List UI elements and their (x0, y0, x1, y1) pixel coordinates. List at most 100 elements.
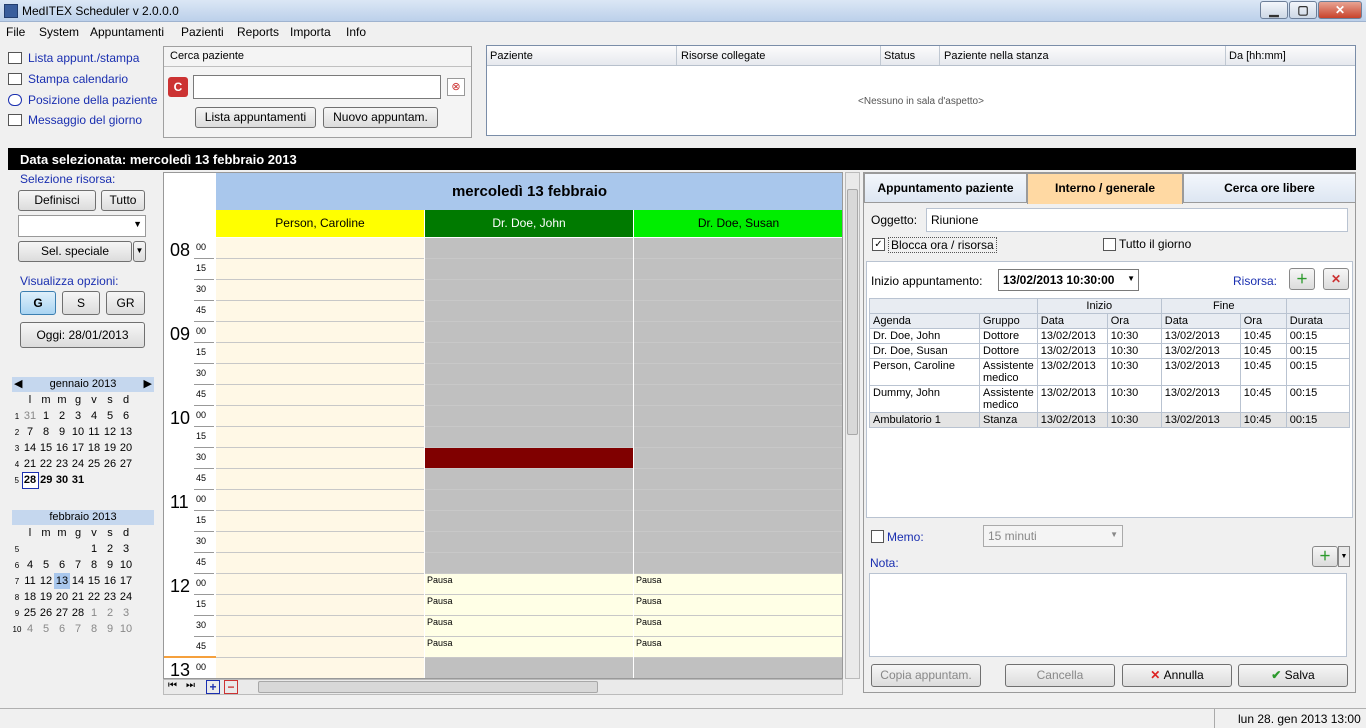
view-week-button[interactable]: S (62, 291, 100, 315)
time-slot[interactable] (425, 532, 633, 553)
save-button[interactable]: ✔ Salva (1238, 664, 1348, 687)
time-slot[interactable] (216, 448, 424, 469)
table-row[interactable]: Dr. Doe, Susan Dottore 13/02/2013 10:30 13/0… (869, 343, 1351, 359)
calendar-day[interactable]: 11 (86, 424, 102, 440)
calendar-day[interactable]: 15 (86, 573, 102, 589)
time-slot[interactable] (425, 280, 633, 301)
calendar-day[interactable]: 16 (54, 440, 70, 456)
cancel-button[interactable]: ✕ Annulla (1122, 664, 1232, 687)
calendar-day[interactable]: 9 (54, 424, 70, 440)
time-slot[interactable] (216, 532, 424, 553)
time-slot[interactable] (634, 385, 842, 406)
time-slot[interactable] (216, 259, 424, 280)
zoom-in-icon[interactable]: + (206, 680, 220, 694)
calendar-day[interactable]: 19 (38, 589, 54, 605)
calendar-day[interactable]: 10 (118, 557, 134, 573)
time-slot[interactable] (216, 385, 424, 406)
time-slot[interactable] (425, 553, 633, 574)
calendar-day[interactable]: 1 (86, 605, 102, 621)
view-day-button[interactable]: G (20, 291, 56, 315)
table-row[interactable]: Dr. Doe, John Dottore 13/02/2013 10:30 13/02… (869, 328, 1351, 344)
calendar-day[interactable]: 17 (70, 440, 86, 456)
time-slot[interactable] (425, 322, 633, 343)
remove-resource-icon[interactable]: ✕ (1323, 268, 1349, 290)
calendar-day[interactable]: 4 (86, 408, 102, 424)
calendar-day[interactable]: 28 (21, 471, 39, 489)
col-end-time[interactable]: Ora (1239, 313, 1287, 329)
patient-card-icon[interactable]: C (168, 77, 188, 97)
calendar-day[interactable]: 25 (86, 456, 102, 472)
calendar-day[interactable]: 4 (22, 557, 38, 573)
memo-interval-select[interactable]: 15 minuti ▼ (983, 525, 1123, 547)
resource-header-john[interactable]: Dr. Doe, John (425, 210, 633, 237)
maximize-button[interactable]: ▢ (1289, 1, 1317, 19)
column-john[interactable]: Pausa Pausa Pausa Pausa (425, 238, 633, 678)
calendar-day[interactable]: 3 (118, 541, 134, 557)
calendar-day[interactable]: 1 (86, 541, 102, 557)
calendar-day[interactable]: 8 (86, 557, 102, 573)
time-slot[interactable] (634, 448, 842, 469)
column-caroline[interactable] (216, 238, 424, 678)
calendar-day[interactable]: 16 (102, 573, 118, 589)
calendar-day[interactable]: 8 (38, 424, 54, 440)
view-group-button[interactable]: GR (106, 291, 145, 315)
time-slot[interactable] (216, 490, 424, 511)
time-slot[interactable] (216, 637, 424, 658)
search-input[interactable] (193, 75, 441, 99)
calendar-day[interactable]: 7 (70, 621, 86, 637)
last-icon[interactable]: ⏭ (186, 680, 195, 691)
calendar-day[interactable]: 10 (70, 424, 86, 440)
calendar-day[interactable]: 17 (118, 573, 134, 589)
col-start-time[interactable]: Ora (1106, 313, 1162, 329)
tab-internal-general[interactable]: Interno / generale (1027, 173, 1183, 204)
calendar-day[interactable]: 7 (22, 424, 38, 440)
menu-system[interactable]: System (39, 25, 79, 39)
calendar-day[interactable]: 26 (102, 456, 118, 472)
calendar-day[interactable]: 21 (70, 589, 86, 605)
minimize-button[interactable]: ▁ (1260, 1, 1288, 19)
today-button[interactable]: Oggi: 28/01/2013 (20, 322, 145, 348)
time-slot[interactable] (634, 343, 842, 364)
time-slot[interactable] (634, 280, 842, 301)
time-slot[interactable] (425, 427, 633, 448)
vertical-scrollbar[interactable] (845, 172, 860, 679)
col-duration[interactable]: Durata (1285, 313, 1351, 329)
calendar-day[interactable]: 4 (22, 621, 38, 637)
time-slot[interactable] (216, 301, 424, 322)
col-patient-in-room[interactable]: Paziente nella stanza (944, 50, 1049, 62)
col-linked-resources[interactable]: Risorse collegate (681, 50, 765, 62)
calendar-day[interactable]: 10 (118, 621, 134, 637)
time-slot[interactable] (634, 490, 842, 511)
menu-importa[interactable]: Importa (290, 25, 331, 39)
menu-appuntamenti[interactable]: Appuntamenti (90, 25, 164, 39)
calendar-day[interactable]: 20 (118, 440, 134, 456)
calendar-day[interactable]: 12 (102, 424, 118, 440)
calendar-day[interactable]: 24 (70, 456, 86, 472)
menu-pazienti[interactable]: Pazienti (181, 25, 224, 39)
pause-block[interactable]: Pausa (425, 637, 633, 658)
time-slot[interactable] (216, 364, 424, 385)
add-note-icon[interactable]: ＋ (1312, 546, 1338, 567)
time-slot[interactable] (425, 259, 633, 280)
time-slot[interactable] (425, 301, 633, 322)
calendar-day[interactable]: 26 (38, 605, 54, 621)
calendar-day[interactable]: 8 (86, 621, 102, 637)
appointment-list-button[interactable]: Lista appuntamenti (195, 107, 316, 128)
time-slot[interactable] (216, 322, 424, 343)
menu-info[interactable]: Info (346, 25, 366, 39)
time-slot[interactable] (425, 238, 633, 259)
time-slot[interactable] (634, 469, 842, 490)
calendar-day[interactable]: 5 (102, 408, 118, 424)
calendar-day[interactable]: 5 (38, 621, 54, 637)
col-group[interactable]: Gruppo (979, 313, 1038, 329)
time-slot[interactable] (216, 280, 424, 301)
pause-block[interactable]: Pausa (634, 595, 842, 616)
copy-appointment-button[interactable]: Copia appuntam. (871, 664, 981, 687)
time-slot[interactable] (216, 574, 424, 595)
all-button[interactable]: Tutto (101, 190, 145, 211)
time-slot[interactable] (216, 616, 424, 637)
special-dropdown-arrow[interactable]: ▼ (133, 241, 146, 262)
time-slot[interactable] (634, 511, 842, 532)
all-day-checkbox[interactable] (1103, 238, 1116, 251)
menu-reports[interactable]: Reports (237, 25, 279, 39)
